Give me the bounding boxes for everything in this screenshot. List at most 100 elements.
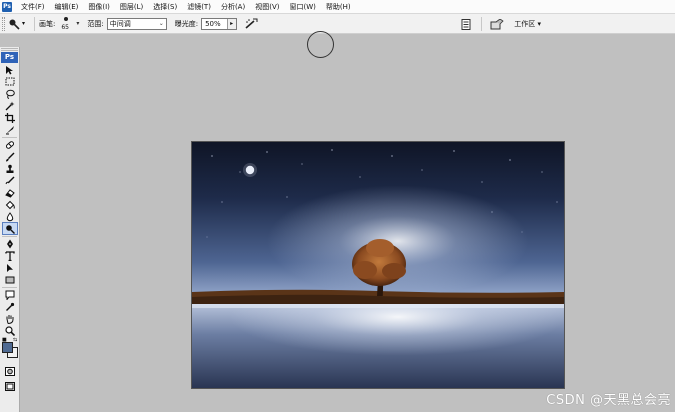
paint-bucket-icon — [5, 200, 15, 209]
document-icon — [461, 18, 471, 30]
healing-brush-tool[interactable] — [3, 139, 17, 150]
bridge-button[interactable] — [490, 17, 504, 31]
crop-tool[interactable] — [3, 112, 17, 123]
screen-mode-icon — [4, 382, 15, 391]
healing-brush-icon — [5, 140, 14, 149]
brush-cursor — [307, 31, 334, 58]
path-selection-icon — [6, 263, 13, 272]
blur-icon — [6, 211, 13, 221]
chevron-down-icon[interactable]: ▾ — [76, 20, 79, 27]
lasso-icon — [5, 89, 15, 99]
toolbox: Ps ■ ⇆ — [0, 47, 20, 412]
range-value: 中间调 — [109, 19, 131, 28]
screen-mode-button[interactable] — [3, 381, 17, 392]
separator — [2, 236, 17, 237]
dodge-tool[interactable] — [1, 222, 18, 235]
airbrush-icon — [245, 18, 258, 29]
clone-stamp-tool[interactable] — [3, 163, 17, 174]
ps-logo[interactable]: Ps — [1, 52, 18, 63]
dodge-icon — [5, 224, 15, 234]
swap-colors-icon[interactable]: ⇆ — [13, 337, 17, 343]
menu-view[interactable]: 视图(V) — [250, 0, 284, 14]
range-label: 范围: — [87, 19, 104, 28]
slice-icon — [5, 125, 14, 134]
menu-image[interactable]: 图像(I) — [83, 0, 115, 14]
notes-icon — [5, 290, 14, 300]
brush-size: 65 — [61, 23, 69, 31]
exposure-slider-button[interactable]: ▸ — [226, 18, 236, 29]
menu-bar: Ps 文件(F) 编辑(E) 图像(I) 图层(L) 选择(S) 滤镜(T) 分… — [0, 0, 675, 14]
watermark: CSDN @天黑总会亮 — [546, 393, 671, 408]
brush-tool[interactable] — [3, 151, 17, 162]
eraser-icon — [4, 188, 15, 198]
range-select[interactable]: 中间调 ⌄ — [106, 17, 167, 30]
move-tool[interactable] — [3, 64, 17, 75]
rectangle-icon — [5, 276, 14, 283]
document-canvas[interactable] — [191, 141, 565, 389]
brush-preset-picker[interactable]: 65 — [58, 15, 74, 33]
chevron-down-icon: ▾ — [22, 20, 26, 27]
hand-tool[interactable] — [3, 313, 17, 324]
separator — [34, 16, 35, 31]
history-brush-icon — [5, 176, 14, 184]
foreground-color-swatch[interactable] — [2, 342, 13, 353]
exposure-value: 50% — [205, 19, 221, 28]
toolbox-grip[interactable] — [1, 48, 18, 51]
zoom-tool[interactable] — [3, 325, 17, 336]
color-swatches: ■ ⇆ — [1, 337, 19, 360]
menu-help[interactable]: 帮助(H) — [321, 0, 356, 14]
night-tree-photo — [192, 142, 564, 388]
type-tool[interactable] — [3, 250, 17, 261]
pen-tool[interactable] — [3, 238, 17, 249]
path-selection-tool[interactable] — [3, 262, 17, 273]
menu-filter[interactable]: 滤镜(T) — [182, 0, 216, 14]
brush-tip-icon — [64, 16, 69, 21]
menu-select[interactable]: 选择(S) — [148, 0, 182, 14]
separator — [2, 287, 17, 288]
lasso-tool[interactable] — [3, 88, 17, 99]
chevron-down-icon: ⌄ — [158, 20, 164, 27]
magic-wand-tool[interactable] — [3, 100, 17, 111]
tool-preset-picker[interactable]: ▾ — [8, 16, 30, 32]
marquee-icon — [5, 77, 14, 86]
airbrush-toggle[interactable] — [243, 17, 259, 31]
hand-icon — [6, 314, 13, 324]
menu-layer[interactable]: 图层(L) — [115, 0, 148, 14]
zoom-icon — [4, 325, 15, 336]
brush-icon — [5, 152, 14, 161]
separator — [481, 17, 483, 31]
eraser-tool[interactable] — [3, 187, 17, 198]
exposure-field[interactable]: 50% ▸ — [201, 17, 237, 30]
menu-file[interactable]: 文件(F) — [16, 0, 50, 14]
workspace-menu[interactable]: 工作区 ▾ — [508, 19, 547, 29]
options-bar-right: 工作区 ▾ — [455, 14, 675, 34]
separator — [2, 137, 17, 138]
crop-icon — [4, 112, 15, 123]
slice-tool[interactable] — [3, 124, 17, 135]
options-bar-grip[interactable] — [2, 16, 5, 31]
marquee-tool[interactable] — [3, 76, 17, 87]
blur-tool[interactable] — [3, 211, 17, 222]
history-brush-tool[interactable] — [3, 175, 17, 186]
quick-mask-button[interactable] — [3, 366, 17, 377]
eyedropper-tool[interactable] — [3, 301, 17, 312]
dodge-icon — [9, 19, 20, 30]
notes-tool[interactable] — [3, 289, 17, 300]
rectangle-tool[interactable] — [3, 274, 17, 285]
move-icon — [5, 65, 13, 74]
magic-wand-icon — [5, 101, 14, 110]
menu-window[interactable]: 窗口(W) — [284, 0, 320, 14]
menu-analysis[interactable]: 分析(A) — [216, 0, 250, 14]
type-icon — [4, 250, 15, 261]
exposure-label: 曝光度: — [174, 19, 199, 28]
menu-edit[interactable]: 编辑(E) — [50, 0, 84, 14]
palette-well-button[interactable] — [459, 17, 473, 31]
eyedropper-icon — [5, 302, 14, 311]
pen-icon — [6, 239, 13, 248]
paint-bucket-tool[interactable] — [3, 199, 17, 210]
clone-stamp-icon — [6, 164, 13, 173]
options-bar: ▾ 画笔: 65 ▾ 范围: 中间调 ⌄ 曝光度: 50% ▸ 工作区 ▾ — [0, 14, 675, 34]
bridge-icon — [490, 18, 504, 29]
moon-icon — [243, 163, 257, 177]
ps-app-icon[interactable]: Ps — [2, 1, 12, 12]
